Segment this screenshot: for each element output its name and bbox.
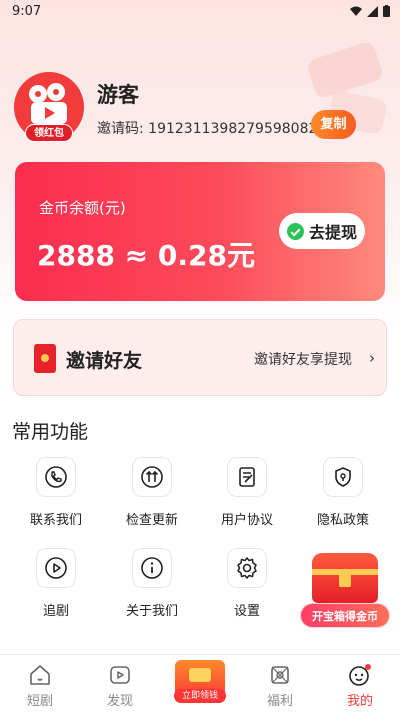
func-label: 联系我们 — [29, 513, 82, 528]
status-time: 9:07 — [12, 4, 42, 19]
copy-button[interactable]: 复制 — [311, 110, 356, 139]
invite-title: 邀请好友 — [66, 350, 143, 372]
func-contact-us[interactable]: 联系我们 — [16, 457, 96, 537]
phone-icon — [36, 457, 76, 497]
func-label: 检查更新 — [125, 513, 178, 528]
invite-friends-card[interactable]: 邀请好友 邀请好友享提现 › — [13, 319, 387, 396]
nav-label: 福利 — [266, 694, 293, 709]
battery-icon — [383, 5, 390, 17]
chevron-right-icon: › — [369, 349, 375, 367]
func-user-agreement[interactable]: 用户协议 — [207, 457, 287, 537]
section-title: 常用功能 — [12, 421, 89, 443]
func-privacy-policy[interactable]: 隐私政策 — [303, 457, 383, 537]
update-icon — [132, 457, 172, 497]
func-label: 隐私政策 — [316, 513, 369, 528]
withdraw-button[interactable]: 去提现 — [279, 213, 365, 249]
status-bar: 9:07 — [0, 0, 400, 24]
treasure-label: 开宝箱得金币 — [300, 603, 390, 628]
info-icon — [132, 548, 172, 588]
nav-item-get-money[interactable]: 立即领钱 — [174, 689, 226, 703]
gear-icon — [227, 548, 267, 588]
treasure-chest-icon — [312, 553, 378, 603]
play-icon — [36, 548, 76, 588]
document-icon — [227, 457, 267, 497]
withdraw-label: 去提现 — [308, 223, 357, 242]
nav-label: 短剧 — [26, 694, 53, 709]
treasure-chest-button[interactable]: 开宝箱得金币 — [300, 553, 390, 631]
func-follow-drama[interactable]: 追剧 — [16, 548, 96, 628]
func-label: 追剧 — [42, 604, 69, 619]
func-settings[interactable]: 设置 — [207, 548, 287, 628]
invite-code: 邀请码: 1912311398279598082 — [97, 121, 318, 137]
shield-icon — [323, 457, 363, 497]
balance-value: 2888 ≈ 0.28元 — [37, 239, 255, 272]
gift-icon — [271, 666, 289, 684]
invite-subtitle: 邀请好友享提现 — [254, 352, 352, 368]
home-icon — [30, 665, 50, 685]
profile-icon — [349, 664, 371, 686]
wechat-icon — [286, 222, 304, 240]
user-name: 游客 — [97, 83, 139, 107]
nav-item-discover[interactable]: 发现 — [80, 659, 160, 711]
wifi-icon — [350, 6, 362, 16]
play-box-icon — [110, 666, 130, 684]
nav-label: 我的 — [346, 694, 373, 709]
func-label: 设置 — [233, 604, 260, 619]
nav-label: 发现 — [106, 694, 133, 709]
status-icons — [350, 5, 390, 17]
func-label: 用户协议 — [220, 513, 273, 528]
balance-card: 金币余额(元) 2888 ≈ 0.28元 去提现 — [15, 162, 385, 301]
func-check-update[interactable]: 检查更新 — [112, 457, 192, 537]
signal-icon — [367, 5, 378, 17]
func-about-us[interactable]: 关于我们 — [112, 548, 192, 628]
func-label: 关于我们 — [125, 604, 178, 619]
nav-item-welfare[interactable]: 福利 — [240, 659, 320, 711]
nav-item-dramas[interactable]: 短剧 — [0, 659, 80, 711]
nav-item-mine[interactable]: 我的 — [320, 659, 400, 711]
avatar-badge[interactable]: 领红包 — [25, 124, 73, 142]
red-envelope-icon — [34, 344, 56, 373]
balance-label: 金币余额(元) — [39, 199, 126, 217]
